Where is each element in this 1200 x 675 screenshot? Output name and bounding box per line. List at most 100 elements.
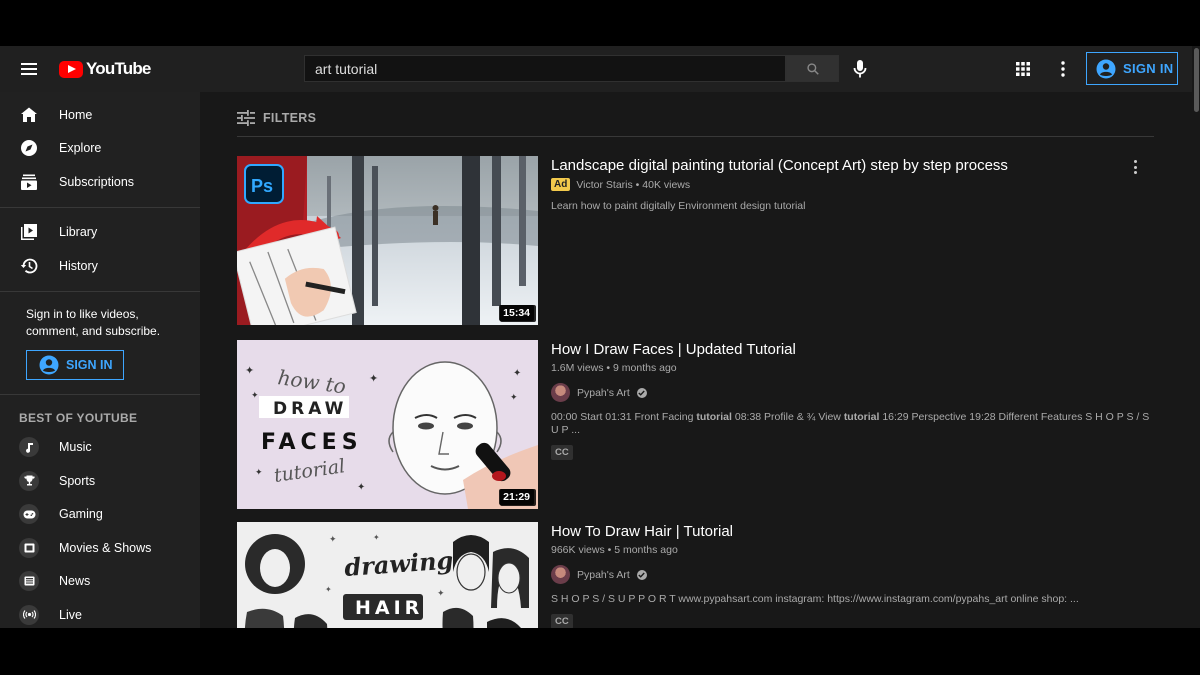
sidebar-item-live[interactable]: Live	[0, 598, 200, 628]
sign-in-label: SIGN IN	[66, 357, 113, 372]
landscape-painting-thumbnail: Ps	[237, 156, 538, 325]
sidebar-item-library[interactable]: Library	[0, 216, 200, 250]
channel-row[interactable]: Pypah's Art	[551, 383, 1151, 402]
verified-check-icon	[636, 387, 647, 398]
sidebar-item-label: Library	[59, 225, 98, 240]
video-title[interactable]: How To Draw Hair | Tutorial	[551, 522, 1151, 542]
svg-text:✦: ✦	[510, 392, 518, 402]
account-icon	[39, 355, 59, 374]
result-more-options-icon[interactable]	[1127, 158, 1143, 176]
cc-badge: CC	[551, 445, 573, 460]
search-input[interactable]: art tutorial	[304, 55, 786, 82]
svg-text:✦: ✦	[369, 373, 378, 385]
filters-button[interactable]: FILTERS	[237, 110, 316, 126]
result-info: How To Draw Hair | Tutorial 966K views •…	[551, 522, 1151, 628]
video-meta-text[interactable]: Victor Staris • 40K views	[576, 179, 690, 191]
sign-in-label: SIGN IN	[1123, 61, 1174, 76]
svg-text:✦: ✦	[255, 467, 263, 477]
apps-grid-icon[interactable]	[1012, 58, 1034, 80]
sidebar: Home Explore Subscriptions Library Histo…	[0, 92, 200, 628]
video-title[interactable]: How I Draw Faces | Updated Tutorial	[551, 340, 1151, 360]
sign-in-button[interactable]: SIGN IN	[1086, 52, 1178, 85]
library-icon	[19, 222, 39, 242]
svg-text:✦: ✦	[329, 534, 337, 544]
sidebar-item-label: Movies & Shows	[59, 540, 152, 555]
draw-hair-thumbnail: drawing HAIR ✦ ✦✦✦	[237, 522, 538, 628]
film-icon	[19, 537, 39, 558]
video-meta: 966K views • 5 months ago	[551, 544, 678, 556]
video-title[interactable]: Landscape digital painting tutorial (Con…	[551, 156, 1151, 176]
more-options-icon[interactable]	[1052, 58, 1074, 80]
scrollbar-thumb[interactable]	[1194, 48, 1199, 112]
sidebar-divider	[0, 393, 200, 395]
filter-sliders-icon	[237, 110, 255, 126]
microphone-icon	[853, 59, 867, 77]
sidebar-item-history[interactable]: History	[0, 249, 200, 283]
thumb-text-faces: FACES	[261, 430, 363, 455]
search-result[interactable]: how to DRAW FACES tutorial ✦ ✦ ✦ ✦ ✦ ✦ ✦ 21:29	[237, 340, 1157, 510]
sidebar-item-home[interactable]: Home	[0, 98, 200, 132]
sign-in-prompt: Sign in to like videos, comment, and sub…	[26, 306, 161, 338]
video-thumbnail[interactable]: how to DRAW FACES tutorial ✦ ✦ ✦ ✦ ✦ ✦ ✦ 21:29	[237, 340, 538, 509]
section-heading: BEST OF YOUTUBE	[19, 410, 138, 425]
result-info: Landscape digital painting tutorial (Con…	[551, 156, 1151, 213]
sidebar-sign-in-button[interactable]: SIGN IN	[26, 349, 124, 380]
sidebar-item-gaming[interactable]: Gaming	[0, 498, 200, 532]
history-icon	[19, 256, 39, 276]
search-result[interactable]: drawing HAIR ✦ ✦ ✦ ✦ How To Draw Hair | Tut…	[237, 522, 1157, 628]
sidebar-item-explore[interactable]: Explore	[0, 132, 200, 166]
search-result[interactable]: Ps 15:34 Landscape digital painting tuto…	[237, 156, 1157, 326]
sidebar-item-label: News	[59, 574, 91, 589]
thumb-text-draw: DRAW	[273, 399, 347, 419]
svg-text:✦: ✦	[437, 588, 445, 598]
sidebar-item-label: Sports	[59, 473, 96, 488]
scrollbar-track[interactable]	[1192, 46, 1200, 628]
svg-text:✦: ✦	[251, 390, 259, 400]
description-text: 00:00 Start 01:31 Front Facing	[551, 411, 697, 423]
thumb-text-hair: HAIR	[355, 597, 423, 619]
video-duration: 21:29	[499, 489, 534, 505]
sidebar-divider	[0, 206, 200, 208]
home-icon	[19, 105, 39, 125]
sidebar-item-sports[interactable]: Sports	[0, 464, 200, 498]
voice-search-button[interactable]	[848, 55, 872, 82]
letterbox-top	[0, 0, 1200, 46]
logo-text: YouTube	[86, 59, 151, 78]
filters-divider	[237, 136, 1154, 137]
sidebar-item-music[interactable]: Music	[0, 431, 200, 465]
photoshop-badge: Ps	[251, 176, 273, 196]
channel-row[interactable]: Pypah's Art	[551, 565, 1151, 584]
video-description: 00:00 Start 01:31 Front Facing tutorial …	[551, 411, 1151, 437]
svg-text:✦: ✦	[373, 533, 380, 542]
svg-text:✦: ✦	[513, 368, 521, 379]
channel-avatar[interactable]	[551, 565, 570, 584]
verified-check-icon	[636, 569, 647, 580]
video-meta: 1.6M views • 9 months ago	[551, 362, 677, 374]
sidebar-item-subscriptions[interactable]: Subscriptions	[0, 165, 200, 199]
subscriptions-icon	[19, 172, 39, 192]
sidebar-item-news[interactable]: News	[0, 565, 200, 599]
result-info: How I Draw Faces | Updated Tutorial 1.6M…	[551, 340, 1151, 460]
sidebar-item-label: Explore	[59, 141, 102, 156]
video-description: Learn how to paint digitally Environment…	[551, 200, 806, 212]
channel-avatar[interactable]	[551, 383, 570, 402]
sidebar-item-label: Gaming	[59, 507, 103, 522]
youtube-logo[interactable]: YouTube	[59, 59, 151, 79]
video-thumbnail[interactable]: drawing HAIR ✦ ✦ ✦ ✦	[237, 522, 538, 628]
search-button[interactable]	[786, 55, 839, 82]
trophy-icon	[19, 470, 39, 491]
hamburger-menu-icon[interactable]	[14, 56, 44, 82]
cc-badge: CC	[551, 614, 573, 628]
channel-name[interactable]: Pypah's Art	[577, 387, 630, 399]
draw-faces-thumbnail: how to DRAW FACES tutorial ✦✦✦✦✦✦✦	[237, 340, 538, 509]
live-icon	[19, 604, 39, 625]
channel-name[interactable]: Pypah's Art	[577, 569, 630, 581]
sidebar-item-movies-shows[interactable]: Movies & Shows	[0, 531, 200, 565]
news-icon	[19, 571, 39, 592]
video-thumbnail[interactable]: Ps 15:34	[237, 156, 538, 325]
svg-text:✦: ✦	[245, 365, 254, 377]
sidebar-item-label: Subscriptions	[59, 174, 135, 189]
video-description: S H O P S / S U P P O R T www.pypahsart.…	[551, 593, 1079, 605]
masthead: YouTube art tutorial SIGN IN	[0, 46, 1200, 92]
filters-label: FILTERS	[263, 111, 317, 125]
